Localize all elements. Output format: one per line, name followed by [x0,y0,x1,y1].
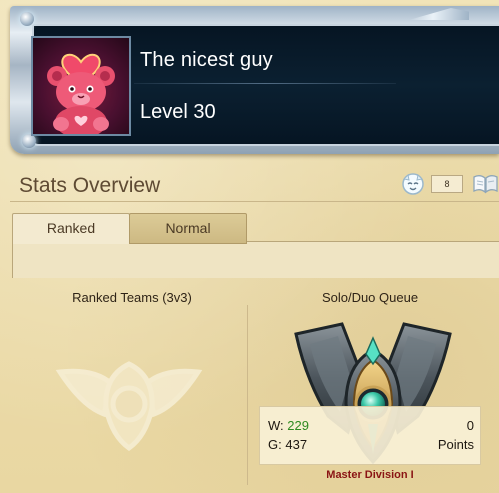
summoner-level: Level 30 [140,101,216,123]
wins-row: W: 229 [268,418,309,433]
solo-queue-record: W: 229 G: 437 0 Points [259,406,481,465]
unranked-emblem-icon [55,361,203,452]
pink-teddy-bear-icon [47,53,115,134]
division-label: Master Division I [326,469,414,481]
stats-title-divider [10,201,499,202]
games-value: 437 [285,437,308,452]
banner-rivet-icon [20,12,34,26]
games-row: G: 437 [268,437,307,452]
honor-icon[interactable] [400,171,426,195]
wins-value: 229 [287,418,309,433]
banner-rivet-icon [22,134,36,148]
honor-count: 8 [431,175,463,193]
summoner-avatar[interactable] [31,36,131,136]
league-points-value: 0 [466,418,474,433]
league-points-label: Points [437,437,474,452]
banner-divider [134,83,396,84]
wins-label: W: [268,418,284,433]
games-label: G: [268,437,282,452]
column-divider [247,305,248,485]
open-book-icon[interactable] [472,171,499,195]
tab-content-panel [12,241,499,278]
tab-ranked[interactable]: Ranked [12,213,130,244]
banner-ornament [409,8,469,20]
ranked-teams-title: Ranked Teams (3v3) [72,290,192,305]
solo-duo-queue-title: Solo/Duo Queue [321,290,419,305]
stats-overview-title: Stats Overview [19,174,161,197]
summoner-name: The nicest guy [140,49,273,71]
tab-normal[interactable]: Normal [129,213,247,244]
